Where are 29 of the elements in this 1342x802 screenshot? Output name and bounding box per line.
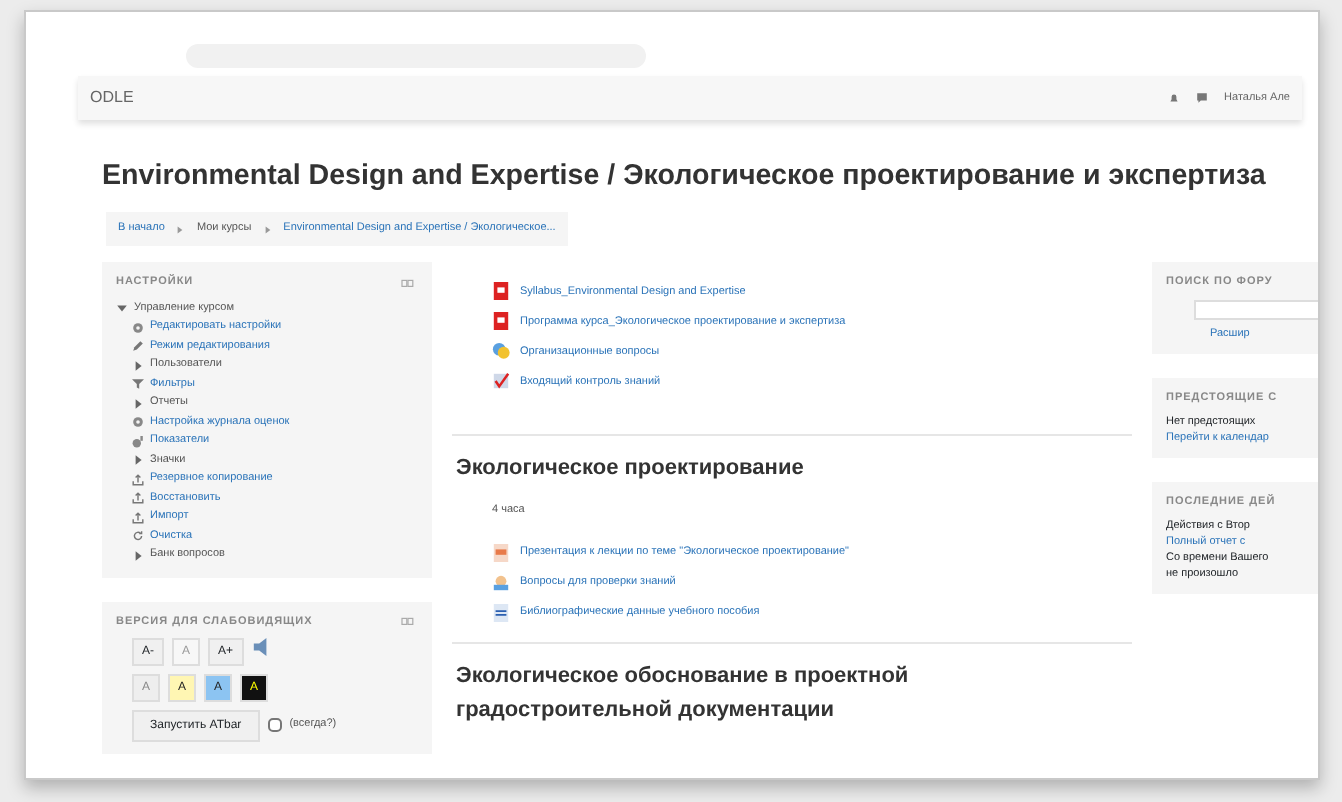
badge-icon <box>132 435 144 448</box>
course-title: Environmental Design and Expertise / Экологическое проектирование и экспертиза <box>102 158 1268 196</box>
refresh-icon <box>132 530 144 543</box>
pdf-file-icon <box>492 282 510 301</box>
filter-icon <box>132 378 144 391</box>
section-heading: Экологическое обоснование в проектной градостроительной документации <box>456 661 911 726</box>
separator-icon <box>261 223 274 236</box>
upload-icon <box>132 473 144 486</box>
chat-icon[interactable] <box>1196 92 1209 104</box>
quiz-icon <box>492 372 510 391</box>
pdf-file-icon <box>492 312 510 331</box>
block-controls-icon <box>398 615 418 628</box>
always-checkbox[interactable] <box>267 718 282 733</box>
lesson-icon <box>492 573 510 592</box>
gear-icon <box>132 321 144 334</box>
speaker-icon <box>251 637 270 656</box>
block-controls-icon <box>398 277 418 290</box>
document-file-icon <box>492 603 510 622</box>
section-heading: Экологическое проектирование <box>456 454 806 485</box>
gear-icon <box>132 416 144 429</box>
bell-icon[interactable] <box>1168 92 1181 104</box>
pencil-icon <box>132 340 144 353</box>
separator-icon <box>174 223 187 236</box>
forum-icon <box>492 342 510 361</box>
upload-icon <box>132 511 144 524</box>
site-logo[interactable]: ODLE <box>90 86 134 110</box>
presentation-file-icon <box>492 543 510 562</box>
upload-icon <box>132 492 144 505</box>
search-field[interactable] <box>1194 299 1318 320</box>
